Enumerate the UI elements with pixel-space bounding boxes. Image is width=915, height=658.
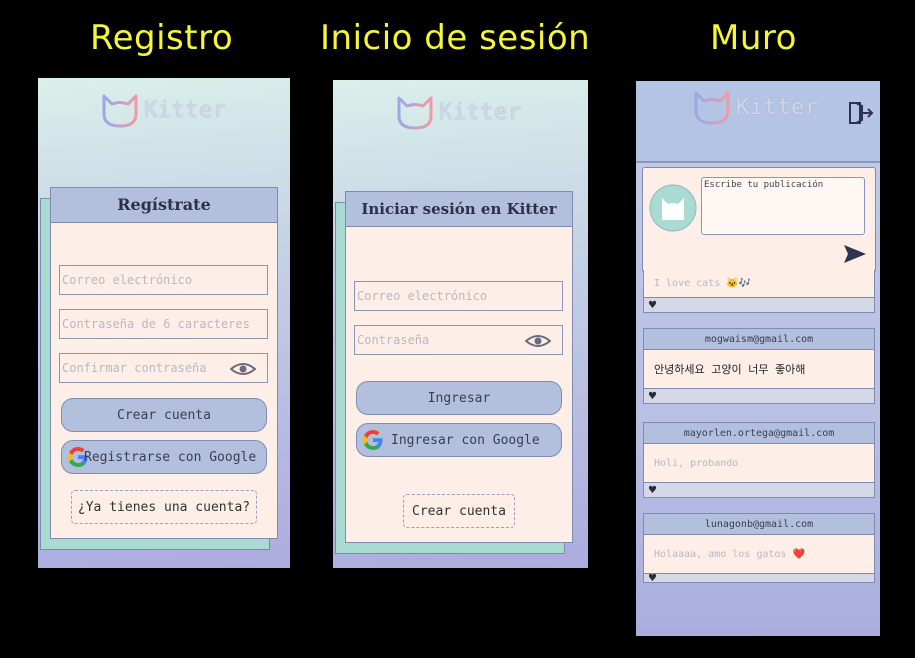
password-field[interactable]: Contraseña (354, 325, 563, 355)
heart-icon[interactable]: ♥ (648, 485, 657, 496)
brand-logo: Kitter (393, 92, 521, 132)
post-text: Holi, probando (643, 444, 875, 482)
confirm-password-field[interactable]: Confirmar contraseña (59, 353, 268, 383)
title-muro: Muro (710, 18, 797, 58)
brand-name: Kitter (144, 97, 227, 123)
create-account-link[interactable]: Crear cuenta (403, 494, 515, 528)
post-footer: ♥ (643, 482, 875, 498)
brand-logo: Kitter (690, 87, 818, 127)
post-author: mogwaism@gmail.com (643, 328, 875, 350)
login-button[interactable]: Ingresar (356, 381, 562, 415)
register-card: Regístrate Correo electrónico Contraseña… (50, 187, 278, 539)
heart-icon[interactable]: ♥ (648, 300, 657, 311)
brand-logo: Kitter (98, 90, 226, 130)
register-screen: Kitter Regístrate Correo electrónico Con… (38, 78, 290, 568)
brand-name: Kitter (439, 99, 522, 125)
heart-icon[interactable]: ♥ (648, 573, 657, 584)
compose-box: Escribe tu publicación (642, 167, 876, 273)
post-card: lunagonb@gmail.com Holaaaa, amo los gato… (643, 513, 875, 584)
wall-screen: Kitter Escribe tu publicación I love cat… (636, 81, 880, 636)
confirm-password-placeholder: Confirmar contraseña (62, 361, 207, 375)
post-card: mogwaism@gmail.com 안녕하세요 고양이 너무 좋아해 ♥ (643, 328, 875, 404)
post-author: mayorlen.ortega@gmail.com (643, 422, 875, 444)
cat-logo-icon (102, 94, 138, 128)
create-account-button[interactable]: Crear cuenta (61, 398, 267, 432)
google-register-label: Registrarse con Google (84, 449, 257, 465)
eye-icon[interactable] (230, 362, 256, 376)
post-text: 안녕하세요 고양이 너무 좋아해 (643, 350, 875, 388)
google-login-label: Ingresar con Google (391, 432, 540, 448)
title-login: Inicio de sesión (320, 18, 591, 58)
login-card: Iniciar sesión en Kitter Correo electrón… (345, 191, 573, 543)
post-footer: ♥ (643, 297, 875, 313)
google-login-button[interactable]: Ingresar con Google (356, 423, 562, 457)
google-icon (363, 429, 383, 451)
cat-logo-icon (397, 96, 433, 130)
cat-avatar-icon (649, 184, 697, 232)
password-field[interactable]: Contraseña de 6 caracteres (59, 309, 268, 339)
login-heading: Iniciar sesión en Kitter (346, 192, 572, 227)
post-footer: ♥ (643, 388, 875, 404)
heart-icon[interactable]: ♥ (648, 391, 657, 402)
post-author: lunagonb@gmail.com (643, 513, 875, 535)
google-register-button[interactable]: Registrarse con Google (61, 440, 267, 474)
email-field[interactable]: Correo electrónico (59, 265, 268, 295)
eye-icon[interactable] (525, 334, 551, 348)
post-text: Holaaaa, amo los gatos ❤️ (643, 535, 875, 573)
post-card: mayorlen.ortega@gmail.com Holi, probando… (643, 422, 875, 498)
register-heading: Regístrate (51, 188, 277, 223)
send-icon[interactable] (843, 244, 867, 264)
email-field[interactable]: Correo electrónico (354, 281, 563, 311)
cat-logo-icon (694, 91, 730, 125)
compose-input[interactable]: Escribe tu publicación (701, 177, 865, 235)
post-text: I love cats 🐱🎶 (643, 270, 875, 297)
login-screen: Kitter Iniciar sesión en Kitter Correo e… (333, 80, 588, 568)
post-card: I love cats 🐱🎶 ♥ (643, 270, 875, 313)
post-footer: ♥ (643, 573, 875, 584)
logout-icon[interactable] (848, 101, 874, 125)
title-registro: Registro (90, 18, 234, 58)
brand-name: Kitter (736, 94, 819, 120)
password-placeholder: Contraseña (357, 333, 430, 347)
have-account-link[interactable]: ¿Ya tienes una cuenta? (71, 490, 257, 524)
